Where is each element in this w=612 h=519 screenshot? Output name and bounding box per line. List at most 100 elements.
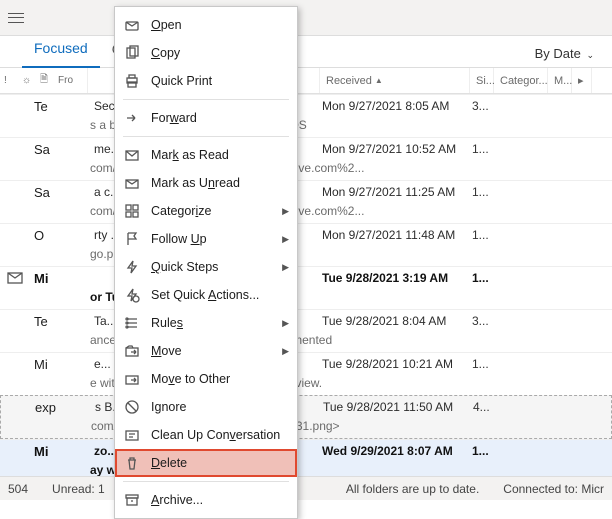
menu-item-forward[interactable]: Forward: [115, 104, 297, 132]
menu-item-print[interactable]: Quick Print: [115, 67, 297, 95]
message-row[interactable]: TeSec...Mon 9/27/2021 8:05 AM3...s a bug…: [0, 94, 612, 137]
sender: Mi: [30, 271, 90, 286]
menu-item-cleanup[interactable]: Clean Up Conversation: [115, 421, 297, 449]
importance-icon[interactable]: !: [4, 75, 16, 86]
menu-label: Ignore: [151, 400, 289, 414]
column-headers: ! ☼ 🗎 Fro Received ▲ Si... Categor... M.…: [0, 68, 612, 94]
menu-item-quicksteps[interactable]: Quick Steps ▶: [115, 253, 297, 281]
menu-label: Quick Steps: [151, 260, 272, 274]
menu-item-flag[interactable]: Follow Up ▶: [115, 225, 297, 253]
menu-separator: [123, 99, 289, 100]
tab-focused[interactable]: Focused: [22, 34, 100, 68]
received-date: Mon 9/27/2021 10:52 AM: [322, 142, 472, 156]
received-date: Tue 9/28/2021 11:50 AM: [323, 400, 473, 414]
message-row[interactable]: Mie...Tue 9/28/2021 10:21 AM1...e with t…: [0, 352, 612, 395]
sender: Mi: [30, 444, 90, 459]
menu-item-move[interactable]: Move▶: [115, 337, 297, 365]
cleanup-icon: [123, 427, 141, 443]
size: 1...: [472, 357, 496, 371]
read-icon: [123, 147, 141, 163]
sender: Te: [30, 99, 90, 114]
ribbon-area: [0, 0, 612, 36]
moveother-icon: [123, 371, 141, 387]
menu-item-read[interactable]: Mark as Read: [115, 141, 297, 169]
received-date: Tue 9/28/2021 8:04 AM: [322, 314, 472, 328]
reminder-icon[interactable]: ☼: [22, 75, 34, 86]
menu-separator: [123, 136, 289, 137]
col-from[interactable]: Fro: [58, 75, 70, 86]
size: 3...: [472, 99, 496, 113]
quicksteps-icon: [123, 259, 141, 275]
menu-item-delete[interactable]: Delete: [115, 449, 297, 477]
menu-label: Move to Other: [151, 372, 289, 386]
quickactions-icon: [123, 287, 141, 303]
size: 1...: [472, 228, 496, 242]
message-row[interactable]: exps B...Tue 9/28/2021 11:50 AM4...com/2…: [0, 395, 612, 439]
menu-item-unread[interactable]: Mark as Unread: [115, 169, 297, 197]
size: 4...: [473, 400, 497, 414]
sender: O: [30, 228, 90, 243]
menu-label: Mark as Unread: [151, 176, 289, 190]
sort-label: By Date: [535, 46, 581, 61]
menu-item-categorize[interactable]: Categorize ▶: [115, 197, 297, 225]
menu-label: Delete: [151, 456, 289, 470]
menu-item-moveother[interactable]: Move to Other: [115, 365, 297, 393]
size: 1...: [472, 185, 496, 199]
chevron-down-icon: ⌄: [586, 50, 594, 60]
menu-item-quickactions[interactable]: Set Quick Actions...: [115, 281, 297, 309]
status-folders: All folders are up to date.: [346, 482, 479, 496]
message-row[interactable]: TeTa...Tue 9/28/2021 8:04 AM3...anced pu…: [0, 309, 612, 352]
open-icon: [123, 17, 141, 33]
sort-by-date[interactable]: By Date ⌄: [535, 46, 594, 61]
col-received[interactable]: Received ▲: [320, 68, 470, 93]
menu-label: Move: [151, 344, 272, 358]
submenu-arrow-icon: ▶: [282, 206, 289, 217]
hamburger-icon[interactable]: [4, 8, 28, 28]
status-unread: Unread: 1: [52, 482, 105, 496]
size: 1...: [472, 142, 496, 156]
sender: Sa: [30, 185, 90, 200]
submenu-arrow-icon: ▶: [282, 234, 289, 245]
menu-label: Rules: [151, 316, 272, 330]
attachment-icon[interactable]: 🗎: [40, 72, 52, 89]
menu-item-open[interactable]: Open: [115, 11, 297, 39]
status-item-count: 504: [8, 482, 28, 496]
size: 1...: [472, 271, 496, 285]
menu-item-archive[interactable]: Archive...: [115, 486, 297, 514]
col-flag[interactable]: ▸: [572, 68, 592, 93]
received-date: Mon 9/27/2021 11:25 AM: [322, 185, 472, 199]
message-row[interactable]: Saa c...Mon 9/27/2021 11:25 AM1...com/?u…: [0, 180, 612, 223]
menu-separator: [123, 481, 289, 482]
menu-label: Clean Up Conversation: [151, 428, 289, 442]
inbox-tabs: Focused O By Date ⌄: [0, 36, 612, 68]
forward-icon: [123, 110, 141, 126]
message-row[interactable]: MiTue 9/28/2021 3:19 AM1...or Tuesday, S…: [0, 266, 612, 309]
sender: exp: [31, 400, 91, 415]
delete-icon: [123, 455, 141, 471]
menu-label: Set Quick Actions...: [151, 288, 289, 302]
received-date: Tue 9/28/2021 3:19 AM: [322, 271, 472, 285]
menu-item-rules[interactable]: Rules▶: [115, 309, 297, 337]
col-categories[interactable]: Categor...: [494, 68, 548, 93]
menu-item-copy[interactable]: Copy: [115, 39, 297, 67]
col-mentions[interactable]: M...: [548, 68, 572, 93]
menu-item-ignore[interactable]: Ignore: [115, 393, 297, 421]
menu-label: Forward: [151, 111, 289, 125]
received-date: Mon 9/27/2021 11:48 AM: [322, 228, 472, 242]
envelope-icon: [0, 270, 30, 286]
sender: Mi: [30, 357, 90, 372]
ignore-icon: [123, 399, 141, 415]
message-row[interactable]: Orty ...Mon 9/27/2021 11:48 AM1...go.png…: [0, 223, 612, 266]
print-icon: [123, 73, 141, 89]
menu-label: Follow Up: [151, 232, 272, 246]
submenu-arrow-icon: ▶: [282, 262, 289, 273]
message-row[interactable]: Same...Mon 9/27/2021 10:52 AM1...com/?ur…: [0, 137, 612, 180]
received-date: Mon 9/27/2021 8:05 AM: [322, 99, 472, 113]
status-bar: 504 Unread: 1 end/Receive error. All fol…: [0, 476, 612, 500]
unread-icon: [123, 175, 141, 191]
col-size[interactable]: Si...: [470, 68, 494, 93]
menu-label: Categorize: [151, 204, 272, 218]
size: 1...: [472, 444, 496, 458]
move-icon: [123, 343, 141, 359]
categorize-icon: [123, 203, 141, 219]
